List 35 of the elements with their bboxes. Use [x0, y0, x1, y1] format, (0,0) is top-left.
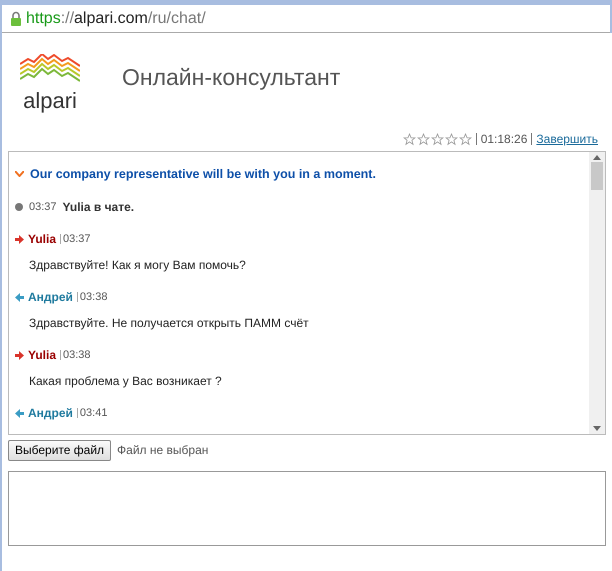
logo-text: alpari — [23, 90, 77, 112]
message-time: 03:38 — [80, 290, 108, 305]
message-time: 03:41 — [80, 406, 108, 421]
scroll-up-icon[interactable] — [593, 155, 601, 160]
star-icon[interactable] — [430, 132, 444, 146]
message-text: Здравствуйте! Как я могу Вам помочь? — [28, 257, 247, 274]
choose-file-button[interactable]: Выберите файл — [8, 440, 112, 460]
message-text: Какая проблема у Вас возникает ? — [28, 373, 223, 390]
end-chat-link[interactable]: Завершить — [536, 130, 598, 148]
sender-name: Андрей — [28, 405, 73, 422]
file-status: Файл не выбран — [117, 442, 208, 459]
star-icon[interactable] — [402, 132, 416, 146]
message-time: 03:37 — [29, 200, 57, 215]
message-time: 03:37 — [63, 232, 91, 247]
sender-name: Андрей — [28, 289, 73, 306]
scroll-down-icon[interactable] — [593, 426, 601, 431]
message-input[interactable] — [8, 471, 606, 546]
sender-name: Yulia — [28, 347, 56, 364]
star-rating[interactable] — [402, 132, 472, 146]
url-text: https://alpari.com/ru/chat/ — [26, 8, 206, 28]
star-icon[interactable] — [444, 132, 458, 146]
scrollbar-thumb[interactable] — [591, 162, 603, 190]
lock-icon — [10, 11, 22, 26]
message-time: 03:38 — [63, 348, 91, 363]
address-bar[interactable]: https://alpari.com/ru/chat/ — [2, 5, 610, 33]
chevron-down-icon — [15, 171, 24, 177]
sender-name: Yulia — [28, 231, 56, 248]
status-message: Yulia в чате. — [62, 199, 134, 216]
star-icon[interactable] — [458, 132, 472, 146]
session-timer: 01:18:26 — [480, 131, 528, 148]
scrollbar[interactable] — [589, 152, 605, 434]
message-text: Здравствуйте. Не получается открыть ПАММ счёт — [28, 315, 310, 332]
system-message: Our company representative will be with you in a moment. — [30, 166, 376, 183]
page-title: Онлайн-консультант — [122, 62, 340, 92]
star-icon[interactable] — [416, 132, 430, 146]
